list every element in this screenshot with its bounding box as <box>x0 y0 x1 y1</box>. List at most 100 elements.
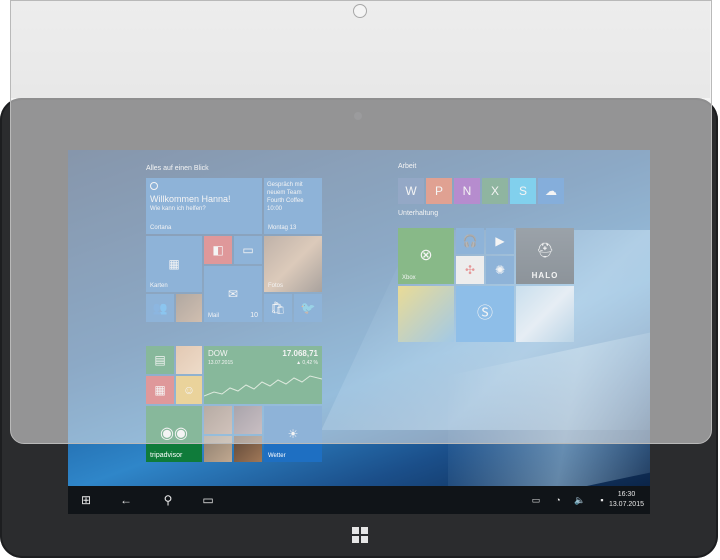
battery-icon[interactable]: ▭ <box>526 486 546 514</box>
tile-label: Karten <box>150 283 168 289</box>
xbox-icon: ⊗ <box>419 247 433 264</box>
calendar-line: neuem Team <box>267 190 302 196</box>
wifi-icon[interactable]: ◔ <box>548 486 568 514</box>
skype-icon: S <box>518 184 528 198</box>
money-change: ▲ 0,42 % <box>296 360 318 366</box>
calendar-line: Gespräch mit <box>267 182 303 188</box>
tile-photos[interactable]: Fotos <box>264 236 322 292</box>
tile-maps[interactable]: ▦ Karten <box>146 236 202 292</box>
tile-store[interactable]: 🛍 <box>264 294 292 322</box>
video-icon: ▶ <box>495 234 505 248</box>
tile-tripadvisor[interactable]: ◉◉ tripadvisor <box>146 406 202 462</box>
tile-halo[interactable]: ⛑ HALO <box>516 228 574 284</box>
tile-calculator[interactable]: ▦ <box>146 376 174 404</box>
clock-date: 13.07.2015 <box>608 501 644 508</box>
search-button[interactable]: ⚲ <box>154 486 182 514</box>
onenote-icon: N <box>462 184 472 198</box>
tile-mail[interactable]: ✉ Mail 10 <box>204 266 262 322</box>
tile-skype[interactable]: S <box>510 178 536 204</box>
windows-hardware-button-icon[interactable] <box>352 527 368 543</box>
cloud-icon: ☁ <box>545 184 557 198</box>
tile-label: Mail <box>208 313 220 319</box>
powerpoint-icon: P <box>434 184 444 198</box>
chart-icon: ▤ <box>154 353 166 367</box>
start-button[interactable]: ⊞ <box>72 486 100 514</box>
tile-twitter[interactable]: 🐦 <box>294 294 322 322</box>
tile-pinwheel[interactable]: ✣ <box>456 256 484 284</box>
tile-color-app[interactable]: ✺ <box>486 256 514 284</box>
people-icon: 👥 <box>152 301 168 315</box>
tile-onenote[interactable]: N <box>454 178 480 204</box>
start-screen: Alles auf einen Blick Arbeit Unterhaltun… <box>68 150 650 488</box>
tile-messaging[interactable]: ▭ <box>234 236 262 264</box>
tile-minions[interactable] <box>398 286 454 342</box>
tile-photo-2[interactable] <box>234 406 262 434</box>
halo-logo: HALO <box>531 271 559 280</box>
cortana-ring-icon <box>150 182 158 190</box>
tile-video[interactable]: ▶ <box>486 228 514 254</box>
clock-time: 16:30 <box>617 491 636 498</box>
chat-icon: ▭ <box>242 243 254 257</box>
tile-finance-small[interactable]: ▤ <box>146 346 174 374</box>
money-title: DOW <box>208 349 228 358</box>
back-button[interactable]: ← <box>112 486 140 514</box>
tile-people[interactable]: 👥 <box>146 294 174 322</box>
calendar-line: 10:00 <box>267 206 283 212</box>
halo-helmet-icon: ⛑ <box>536 242 554 259</box>
twitter-icon: 🐦 <box>300 301 316 315</box>
calendar-line: Fourth Coffee <box>267 198 304 204</box>
tile-frozen[interactable] <box>516 286 574 342</box>
cortana-subtitle: Wie kann ich helfen? <box>150 206 206 212</box>
headphones-icon: 🎧 <box>462 234 478 248</box>
tile-label: Fotos <box>268 283 284 289</box>
tile-xbox[interactable]: ⊗ Xbox <box>398 228 454 284</box>
excel-icon: X <box>490 184 500 198</box>
protector-camera-cutout <box>353 4 367 18</box>
front-camera <box>354 112 362 120</box>
tile-flipboard[interactable]: ◧ <box>204 236 232 264</box>
word-icon: W <box>405 184 417 198</box>
face-icon: ☺ <box>182 383 196 397</box>
group-title-work: Arbeit <box>398 163 417 170</box>
tile-photo-4[interactable] <box>234 436 262 462</box>
cortana-greeting: Willkommen Hanna! <box>150 194 231 204</box>
tile-food-photo[interactable] <box>176 346 202 374</box>
tile-money[interactable]: DOW 17.068,71 13.07.2015 ▲ 0,42 % <box>204 346 322 404</box>
tile-label: tripadvisor <box>150 452 183 459</box>
store-icon: 🛍 <box>270 301 286 315</box>
map-icon: ▦ <box>168 257 180 271</box>
tile-excel[interactable]: X <box>482 178 508 204</box>
tile-label: Montag 13 <box>268 225 297 231</box>
mail-icon: ✉ <box>227 287 239 301</box>
tile-label: Cortana <box>150 225 172 231</box>
task-view-button[interactable]: ▭ <box>194 486 222 514</box>
tile-music[interactable]: 🎧 <box>456 228 484 254</box>
group-title-entertainment: Unterhaltung <box>398 210 439 217</box>
owl-icon: ◉◉ <box>160 425 188 442</box>
tile-cortana[interactable]: Willkommen Hanna! Wie kann ich helfen? C… <box>146 178 262 234</box>
tile-photo-3[interactable] <box>204 436 232 462</box>
tile-shazam[interactable]: Ⓢ <box>456 286 514 342</box>
sun-icon: ☀ <box>287 427 299 441</box>
volume-icon[interactable]: 🔈 <box>570 486 590 514</box>
money-date: 13.07.2015 <box>208 360 234 366</box>
system-clock[interactable]: 16:30 13.07.2015 <box>609 490 644 510</box>
tile-calendar[interactable]: Gespräch mit neuem Team Fourth Coffee 10… <box>264 178 322 234</box>
tile-powerpoint[interactable]: P <box>426 178 452 204</box>
tile-word[interactable]: W <box>398 178 424 204</box>
tile-onedrive[interactable]: ☁ <box>538 178 564 204</box>
money-value: 17.068,71 <box>282 349 318 358</box>
shazam-icon: Ⓢ <box>476 305 494 322</box>
tile-photo-1[interactable] <box>204 406 232 434</box>
tile-label: Xbox <box>402 275 416 281</box>
taskbar: ⊞ ← ⚲ ▭ ▭ ◔ 🔈 ▪ 16:30 13.07.2015 <box>68 486 650 514</box>
tile-game-app[interactable]: ☺ <box>176 376 202 404</box>
color-wheel-icon: ✺ <box>494 263 506 277</box>
tile-label: Wetter <box>268 453 286 459</box>
tile-contact-photo[interactable] <box>176 294 202 322</box>
flipboard-icon: ◧ <box>212 243 224 257</box>
calculator-icon: ▦ <box>154 383 166 397</box>
mail-count: 10 <box>250 312 258 319</box>
pinwheel-icon: ✣ <box>464 263 476 277</box>
tile-weather[interactable]: ☀ Wetter <box>264 406 322 462</box>
